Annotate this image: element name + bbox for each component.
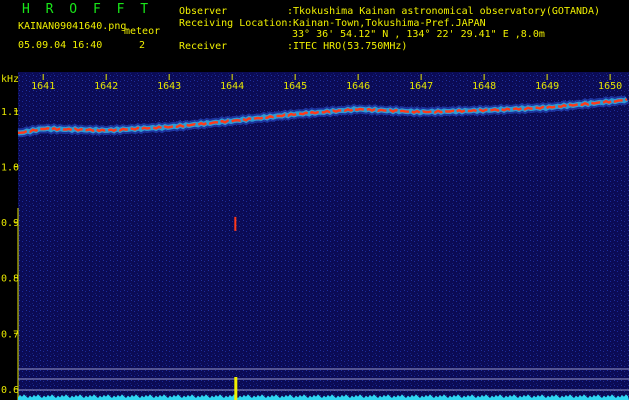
echo-marker bbox=[234, 377, 238, 400]
spectrogram-plot: 1641 1642 1643 1644 1645 1646 1647 1648 1649 1650… bbox=[1, 72, 629, 400]
x-tick-label: 1645 bbox=[283, 81, 307, 92]
y-tick-label: 1.0 bbox=[1, 163, 19, 174]
y-tick-label: 0.6 bbox=[1, 385, 19, 396]
x-tick-label: 1643 bbox=[157, 81, 181, 92]
x-tick-label: 1647 bbox=[409, 81, 433, 92]
y-tick-label: 0.8 bbox=[1, 274, 19, 285]
x-tick-label: 1648 bbox=[472, 81, 496, 92]
spectrogram-background bbox=[18, 72, 629, 400]
x-tick-label: 1642 bbox=[94, 81, 118, 92]
meteor-echo bbox=[234, 216, 237, 231]
x-tick-label: 1649 bbox=[535, 81, 559, 92]
y-axis-unit: kHz bbox=[1, 74, 20, 85]
y-tick-label: 0.9 bbox=[1, 218, 19, 229]
y-tick-label: 0.7 bbox=[1, 329, 19, 340]
y-tick-label: 1.1 bbox=[1, 107, 19, 118]
x-tick-label: 1644 bbox=[220, 81, 244, 92]
x-tick-label: 1646 bbox=[346, 81, 370, 92]
x-tick-label: 1641 bbox=[31, 81, 55, 92]
hrofft-window: H R O F F T KAINAN09041640.png meteor 05… bbox=[0, 0, 629, 400]
x-tick-label: 1650 bbox=[598, 81, 622, 92]
